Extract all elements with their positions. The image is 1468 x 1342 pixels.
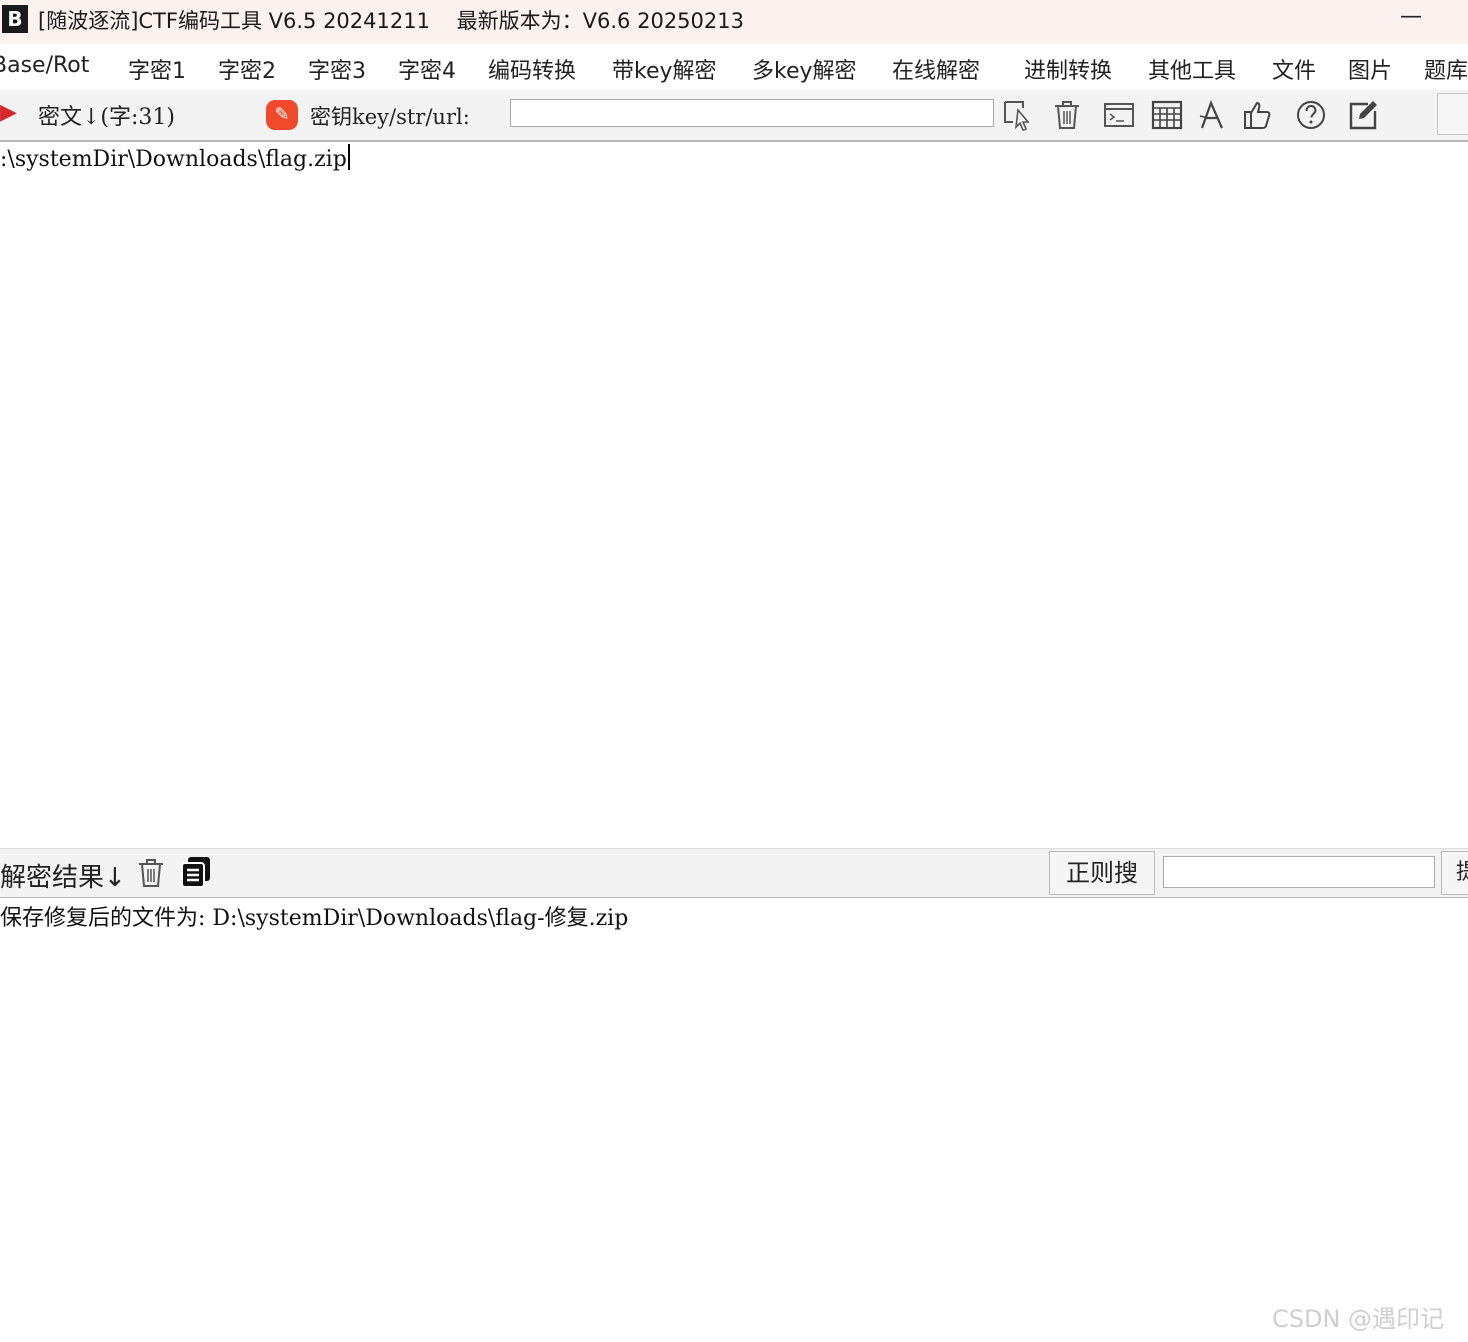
menu-item-base-rot[interactable]: Base/Rot bbox=[0, 53, 89, 78]
menu-item-file[interactable]: 文件 bbox=[1272, 53, 1316, 85]
text-caret bbox=[347, 144, 350, 170]
font-icon[interactable] bbox=[1196, 98, 1230, 132]
help-icon[interactable] bbox=[1294, 98, 1328, 132]
menu-item-image[interactable]: 图片 bbox=[1348, 53, 1392, 85]
regex-input[interactable] bbox=[1163, 856, 1435, 888]
watermark: CSDN @遇印记 bbox=[1272, 1305, 1445, 1333]
key-edit-icon[interactable]: ✎ bbox=[266, 100, 298, 130]
menu-item-zimi4[interactable]: 字密4 bbox=[398, 53, 456, 85]
toolbar-side-button[interactable] bbox=[1437, 93, 1468, 135]
menu-item-multikey-decrypt[interactable]: 多key解密 bbox=[752, 53, 857, 85]
menu-item-zimi3[interactable]: 字密3 bbox=[308, 53, 366, 85]
title-bar: B [随波逐流]CTF编码工具 V6.5 20241211 最新版本为：V6.6… bbox=[0, 0, 1468, 44]
menu-item-base-convert[interactable]: 进制转换 bbox=[1024, 53, 1112, 85]
cipher-input-icon: ▶ bbox=[0, 100, 17, 125]
menu-bar: Base/Rot 字密1 字密2 字密3 字密4 编码转换 带key解密 多ke… bbox=[0, 44, 1468, 90]
menu-item-key-decrypt[interactable]: 带key解密 bbox=[612, 53, 717, 85]
menu-item-question-bank[interactable]: 题库 bbox=[1424, 53, 1468, 85]
cipher-textarea[interactable]: :\systemDir\Downloads\flag.zip bbox=[0, 142, 1468, 848]
window-title: [随波逐流]CTF编码工具 V6.5 20241211 最新版本为：V6.6 2… bbox=[38, 9, 744, 33]
edit-icon[interactable] bbox=[1346, 98, 1380, 132]
key-label: 密钥key/str/url: bbox=[310, 105, 470, 129]
table-icon[interactable] bbox=[1150, 98, 1184, 132]
terminal-icon[interactable] bbox=[1102, 98, 1136, 132]
select-cursor-icon[interactable] bbox=[1002, 98, 1036, 132]
result-textarea[interactable]: 保存修复后的文件为: D:\systemDir\Downloads\flag-修… bbox=[0, 898, 1468, 1342]
cipher-label: 密文↓(字:31) bbox=[38, 105, 176, 130]
menu-item-online-decrypt[interactable]: 在线解密 bbox=[892, 53, 980, 85]
extract-button[interactable]: 提 bbox=[1441, 851, 1468, 895]
menu-item-zimi2[interactable]: 字密2 bbox=[218, 53, 276, 85]
result-text: 保存修复后的文件为: D:\systemDir\Downloads\flag-修… bbox=[0, 906, 629, 931]
app-logo-icon: B bbox=[2, 5, 28, 33]
copy-icon[interactable] bbox=[180, 855, 212, 889]
menu-item-other-tools[interactable]: 其他工具 bbox=[1148, 53, 1236, 85]
trash-icon[interactable] bbox=[136, 856, 166, 888]
trash-icon[interactable] bbox=[1050, 98, 1084, 132]
key-input[interactable] bbox=[510, 99, 994, 127]
menu-item-zimi1[interactable]: 字密1 bbox=[128, 53, 186, 85]
menu-item-encoding[interactable]: 编码转换 bbox=[488, 53, 576, 85]
cipher-text: :\systemDir\Downloads\flag.zip bbox=[0, 147, 347, 172]
thumbs-up-icon[interactable] bbox=[1242, 98, 1276, 132]
regex-search-button[interactable]: 正则搜 bbox=[1049, 851, 1155, 895]
result-label: 解密结果↓ bbox=[0, 863, 126, 893]
minimize-button[interactable]: — bbox=[1398, 6, 1424, 32]
